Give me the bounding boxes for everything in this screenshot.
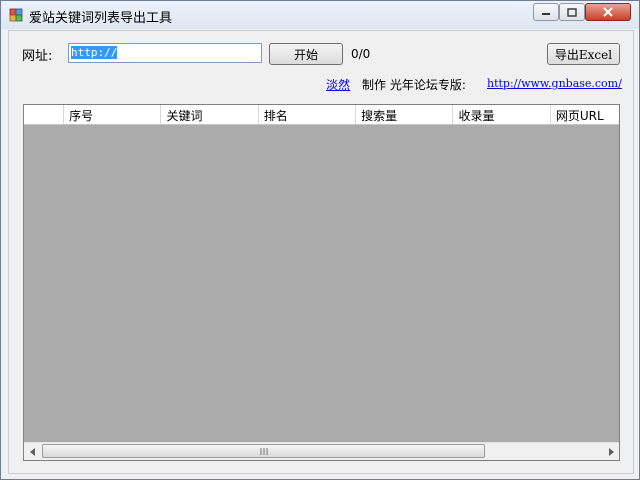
maximize-button[interactable] [559, 3, 585, 21]
maximize-icon [567, 7, 577, 17]
close-icon [603, 7, 613, 17]
scroll-right-button[interactable] [602, 443, 619, 460]
horizontal-scrollbar[interactable] [24, 442, 619, 460]
column-header-keyword[interactable]: 关键词 [161, 105, 259, 124]
credit-text: 制作 光年论坛专版: [362, 78, 466, 92]
app-icon [9, 8, 23, 22]
window-title: 爱站关键词列表导出工具 [29, 11, 173, 26]
close-button[interactable] [585, 3, 631, 21]
export-excel-button[interactable]: 导出Excel [547, 43, 620, 65]
chevron-left-icon [29, 447, 35, 456]
column-header-index[interactable]: 序号 [64, 105, 162, 124]
row-header-corner[interactable] [24, 105, 65, 124]
minimize-button[interactable] [533, 3, 559, 21]
scroll-left-button[interactable] [24, 443, 41, 460]
column-header-indexed-count[interactable]: 收录量 [453, 105, 551, 124]
column-header-rank[interactable]: 排名 [259, 105, 357, 124]
url-input[interactable]: http:// [68, 43, 262, 63]
keyword-grid[interactable]: 序号 关键词 排名 搜索量 收录量 网页URL [23, 104, 620, 461]
grip-icon [260, 447, 267, 455]
grid-header: 序号 关键词 排名 搜索量 收录量 网页URL [24, 105, 619, 125]
title-bar[interactable]: 爱站关键词列表导出工具 [1, 1, 639, 29]
scrollbar-thumb[interactable] [42, 444, 485, 458]
minimize-icon [542, 13, 550, 15]
url-label: 网址: [22, 49, 53, 64]
chevron-right-icon [608, 447, 614, 456]
site-link[interactable]: http://www.gnbase.com/ [487, 77, 622, 90]
author-link[interactable]: 淡然 [326, 76, 350, 93]
column-header-search-volume[interactable]: 搜索量 [356, 105, 454, 124]
app-window: 爱站关键词列表导出工具 网址: http:// 开始 0/0 导出Excel 淡… [0, 0, 640, 480]
url-input-value: http:// [71, 46, 118, 59]
progress-count: 0/0 [351, 47, 371, 61]
start-button[interactable]: 开始 [269, 43, 343, 65]
column-header-page-url[interactable]: 网页URL [551, 105, 619, 124]
